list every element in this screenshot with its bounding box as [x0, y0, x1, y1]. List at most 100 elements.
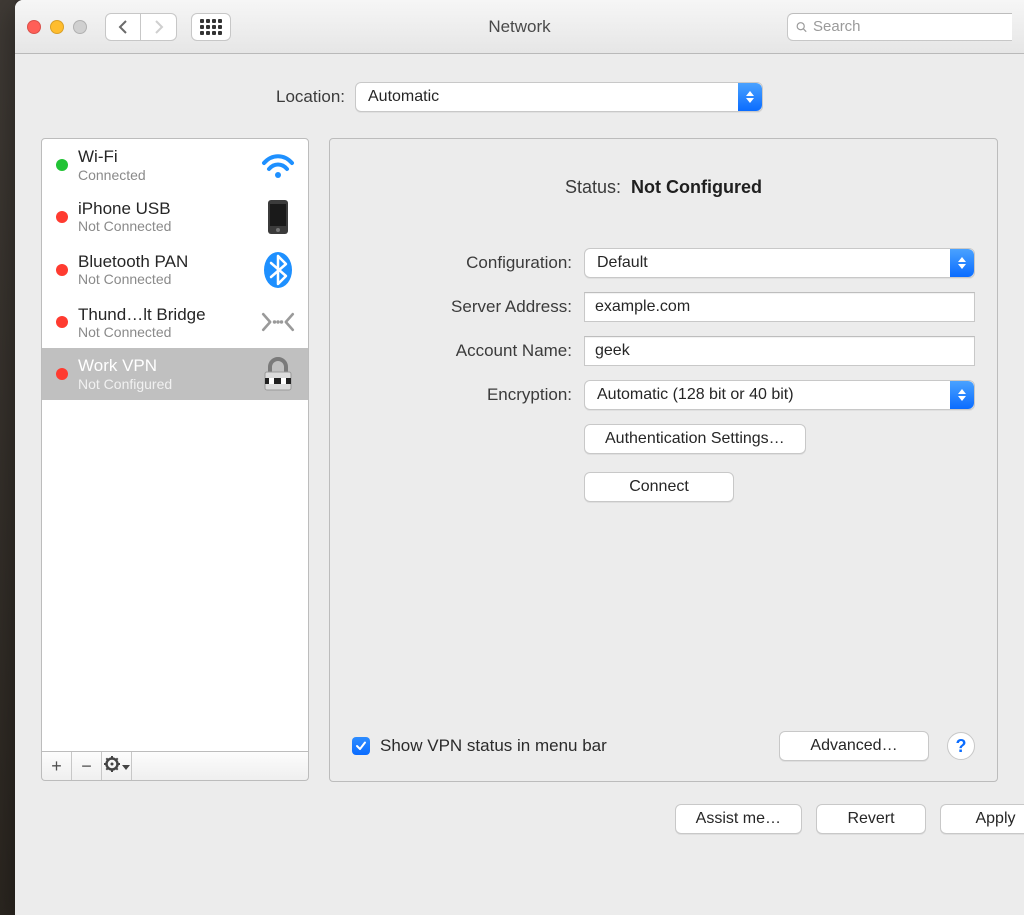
- auth-button-row: Authentication Settings…: [352, 424, 975, 454]
- encryption-label: Encryption:: [352, 385, 572, 405]
- service-item-texts: Thund…lt Bridge Not Connected: [78, 305, 248, 341]
- service-item-texts: Bluetooth PAN Not Connected: [78, 252, 248, 288]
- account-name-input[interactable]: [584, 336, 975, 366]
- status-dot: [56, 211, 68, 223]
- network-preferences-window: Network Location: Automatic Wi-Fi Connec…: [15, 0, 1024, 915]
- window-title: Network: [488, 17, 550, 37]
- configuration-label: Configuration:: [352, 253, 572, 273]
- thunderbolt-bridge-icon: [258, 309, 298, 335]
- server-address-row: Server Address:: [352, 292, 975, 322]
- dropdown-arrows-icon: [950, 381, 974, 409]
- connect-button[interactable]: Connect: [584, 472, 734, 502]
- chevron-left-icon: [118, 20, 128, 34]
- status-label: Status:: [565, 177, 621, 198]
- remove-service-button[interactable]: −: [72, 752, 102, 780]
- connect-button-row: Connect: [352, 472, 975, 502]
- grid-icon: [200, 19, 222, 35]
- service-item-texts: iPhone USB Not Connected: [78, 199, 248, 235]
- service-name: Thund…lt Bridge: [78, 305, 248, 325]
- configuration-dropdown[interactable]: Default: [584, 248, 975, 278]
- chevron-right-icon: [154, 20, 164, 34]
- vpn-form: Configuration: Default Server Address: A…: [352, 248, 975, 502]
- service-status: Not Connected: [78, 324, 248, 340]
- check-icon: [355, 740, 367, 752]
- location-value: Automatic: [368, 88, 439, 106]
- configuration-value: Default: [597, 254, 648, 272]
- forward-button[interactable]: [141, 13, 177, 41]
- back-button[interactable]: [105, 13, 141, 41]
- desktop-background: [0, 0, 15, 915]
- authentication-settings-button[interactable]: Authentication Settings…: [584, 424, 806, 454]
- configuration-row: Configuration: Default: [352, 248, 975, 278]
- minus-icon: −: [81, 756, 92, 777]
- service-item-iphone-usb[interactable]: iPhone USB Not Connected: [42, 191, 308, 243]
- status-dot: [56, 159, 68, 171]
- show-vpn-status-label: Show VPN status in menu bar: [380, 736, 607, 756]
- apply-button[interactable]: Apply: [940, 804, 1024, 834]
- service-item-thunderbolt-bridge[interactable]: Thund…lt Bridge Not Connected: [42, 297, 308, 349]
- account-name-label: Account Name:: [352, 341, 572, 361]
- vpn-lock-icon: [258, 356, 298, 392]
- service-item-work-vpn[interactable]: Work VPN Not Configured: [42, 348, 308, 400]
- advanced-button[interactable]: Advanced…: [779, 731, 929, 761]
- help-button[interactable]: ?: [947, 732, 975, 760]
- search-field[interactable]: [787, 13, 1012, 41]
- service-name: Wi-Fi: [78, 147, 248, 167]
- wifi-icon: [258, 151, 298, 179]
- encryption-row: Encryption: Automatic (128 bit or 40 bit…: [352, 380, 975, 410]
- search-input[interactable]: [813, 18, 1012, 35]
- dropdown-arrows-icon: [738, 83, 762, 111]
- status-dot: [56, 316, 68, 328]
- service-name: Bluetooth PAN: [78, 252, 248, 272]
- window-action-row: Assist me… Revert Apply: [15, 782, 1024, 834]
- gear-icon: [104, 756, 120, 776]
- nav-buttons: [105, 13, 177, 41]
- service-item-texts: Wi-Fi Connected: [78, 147, 248, 183]
- service-action-menu-button[interactable]: [102, 752, 132, 780]
- assist-me-button[interactable]: Assist me…: [675, 804, 802, 834]
- server-address-label: Server Address:: [352, 297, 572, 317]
- minimize-window-button[interactable]: [50, 20, 64, 34]
- server-address-input[interactable]: [584, 292, 975, 322]
- bluetooth-icon: [258, 251, 298, 289]
- service-list-panel: Wi-Fi Connected iPhone USB Not Connected: [41, 138, 309, 782]
- traffic-lights: [27, 20, 87, 34]
- status-dot: [56, 368, 68, 380]
- service-actions: + −: [41, 752, 309, 781]
- encryption-value: Automatic (128 bit or 40 bit): [597, 386, 794, 404]
- service-status: Not Configured: [78, 376, 248, 392]
- location-row: Location: Automatic: [15, 54, 1024, 138]
- close-window-button[interactable]: [27, 20, 41, 34]
- service-name: Work VPN: [78, 356, 248, 376]
- iphone-icon: [258, 199, 298, 235]
- service-item-bluetooth-pan[interactable]: Bluetooth PAN Not Connected: [42, 243, 308, 297]
- revert-button[interactable]: Revert: [816, 804, 926, 834]
- dropdown-arrows-icon: [950, 249, 974, 277]
- service-item-wifi[interactable]: Wi-Fi Connected: [42, 139, 308, 191]
- show-vpn-status-checkbox[interactable]: [352, 737, 370, 755]
- service-status: Not Connected: [78, 271, 248, 287]
- service-item-texts: Work VPN Not Configured: [78, 356, 248, 392]
- location-dropdown[interactable]: Automatic: [355, 82, 763, 112]
- window-titlebar: Network: [15, 0, 1024, 54]
- account-name-row: Account Name:: [352, 336, 975, 366]
- chevron-down-icon: [122, 758, 130, 775]
- action-bar-spacer: [132, 752, 308, 780]
- search-icon: [796, 20, 807, 34]
- service-list: Wi-Fi Connected iPhone USB Not Connected: [41, 138, 309, 752]
- location-label: Location:: [276, 87, 345, 107]
- add-service-button[interactable]: +: [42, 752, 72, 780]
- zoom-window-button[interactable]: [73, 20, 87, 34]
- question-icon: ?: [956, 736, 967, 757]
- detail-pane: Status: Not Configured Configuration: De…: [329, 138, 998, 782]
- plus-icon: +: [51, 756, 62, 777]
- detail-bottombar: Show VPN status in menu bar Advanced… ?: [352, 731, 975, 761]
- status-value: Not Configured: [631, 177, 762, 198]
- show-all-button[interactable]: [191, 13, 231, 41]
- service-status: Not Connected: [78, 218, 248, 234]
- status-row: Status: Not Configured: [352, 177, 975, 198]
- service-status: Connected: [78, 167, 248, 183]
- service-name: iPhone USB: [78, 199, 248, 219]
- encryption-dropdown[interactable]: Automatic (128 bit or 40 bit): [584, 380, 975, 410]
- status-dot: [56, 264, 68, 276]
